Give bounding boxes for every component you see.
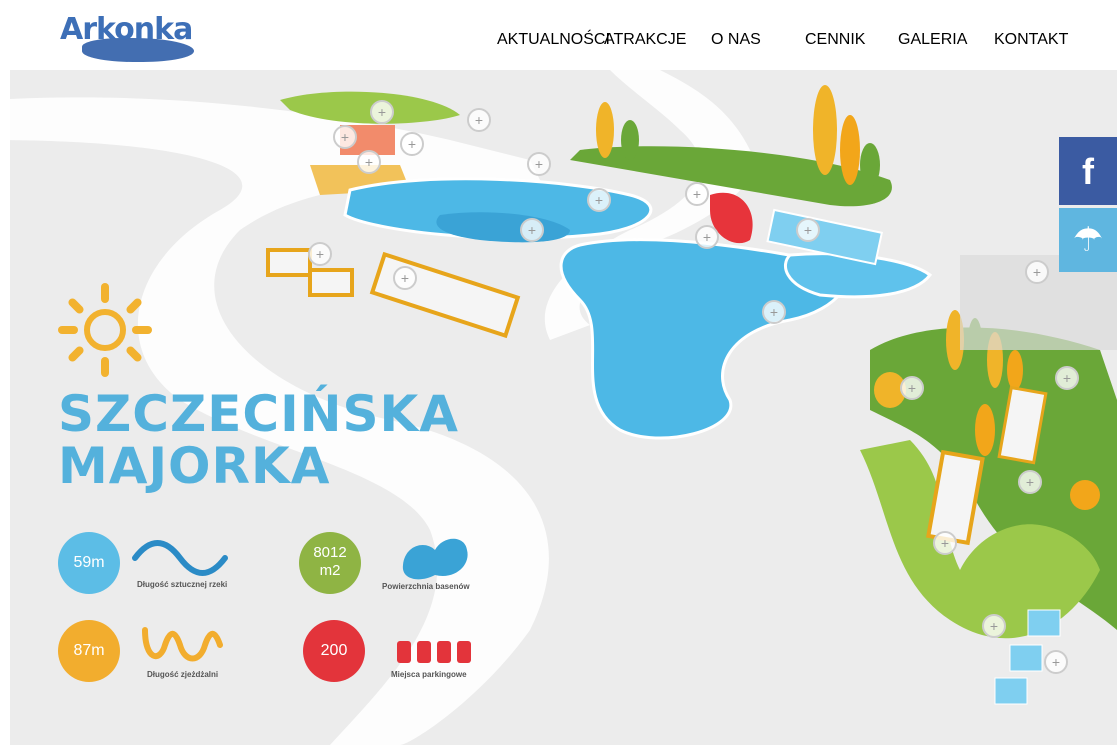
- logo[interactable]: Arkonka: [60, 8, 195, 64]
- map-marker-icon[interactable]: +: [1044, 650, 1068, 674]
- map-marker-icon[interactable]: +: [308, 242, 332, 266]
- site-header: Arkonka AKTUALNOŚCI ATRAKCJE O NAS CENNI…: [0, 0, 1117, 70]
- stat-value: 200: [320, 642, 348, 659]
- map-marker-icon[interactable]: +: [685, 182, 709, 206]
- stat-caption: Długość zjeżdżalni: [147, 670, 219, 679]
- map-marker-icon[interactable]: +: [1018, 470, 1042, 494]
- nav-kontakt[interactable]: KONTAKT: [994, 31, 1068, 49]
- nav-galeria[interactable]: GALERIA: [898, 31, 967, 49]
- sun-icon: [58, 283, 152, 377]
- pool-shape-icon: [402, 538, 468, 580]
- logo-text: Arkonka: [60, 12, 193, 47]
- stat-value: 8012 m2: [313, 544, 347, 579]
- nav-o-nas[interactable]: O NAS: [711, 31, 761, 49]
- nav-aktualnosci[interactable]: AKTUALNOŚCI: [497, 31, 610, 49]
- stat-value: 59m: [73, 554, 105, 571]
- nav-cennik[interactable]: CENNIK: [805, 31, 865, 49]
- map-marker-icon[interactable]: +: [587, 188, 611, 212]
- map-marker-icon[interactable]: +: [357, 150, 381, 174]
- hero-title: SZCZECIŃSKA MAJORKA: [58, 388, 459, 492]
- buildings-left: [266, 248, 521, 339]
- stat-caption: Miejsca parkingowe: [391, 670, 467, 679]
- hero-title-line2: MAJORKA: [58, 437, 331, 495]
- facebook-icon: f: [1082, 151, 1094, 192]
- map-marker-icon[interactable]: +: [1025, 260, 1049, 284]
- stat-river-length: 59m: [58, 532, 120, 594]
- map-marker-icon[interactable]: +: [695, 225, 719, 249]
- resort-map: + + + + + + + + + + + + + + + + + + + + …: [10, 70, 1117, 745]
- stat-caption: Długość sztucznej rzeki: [137, 580, 228, 589]
- map-marker-icon[interactable]: +: [933, 531, 957, 555]
- map-marker-icon[interactable]: +: [982, 614, 1006, 638]
- nav-atrakcje[interactable]: ATRAKCJE: [604, 31, 686, 49]
- facebook-button[interactable]: f: [1059, 137, 1117, 205]
- stat-pool-area: 8012 m2: [299, 532, 361, 594]
- stat-parking-spots: 200: [303, 620, 365, 682]
- map-marker-icon[interactable]: +: [1055, 366, 1079, 390]
- slide-wave-icon: [142, 627, 223, 662]
- weather-button[interactable]: ☂: [1059, 208, 1117, 272]
- stat-caption: Powierzchnia basenów: [382, 582, 470, 591]
- weather-icon: ☂: [1072, 221, 1104, 259]
- map-marker-icon[interactable]: +: [393, 266, 417, 290]
- map-marker-icon[interactable]: +: [762, 300, 786, 324]
- map-marker-icon[interactable]: +: [520, 218, 544, 242]
- river-wave-icon: [132, 540, 228, 576]
- building-right-1: [926, 449, 985, 546]
- map-marker-icon[interactable]: +: [333, 125, 357, 149]
- map-marker-icon[interactable]: +: [370, 100, 394, 124]
- stat-slide-length: 87m: [58, 620, 120, 682]
- parking-cars-icon: [397, 641, 471, 663]
- map-marker-icon[interactable]: +: [527, 152, 551, 176]
- map-marker-icon[interactable]: +: [796, 218, 820, 242]
- stat-value: 87m: [73, 642, 105, 659]
- map-marker-icon[interactable]: +: [400, 132, 424, 156]
- map-marker-icon[interactable]: +: [467, 108, 491, 132]
- map-marker-icon[interactable]: +: [900, 376, 924, 400]
- hero-title-line1: SZCZECIŃSKA: [58, 385, 459, 443]
